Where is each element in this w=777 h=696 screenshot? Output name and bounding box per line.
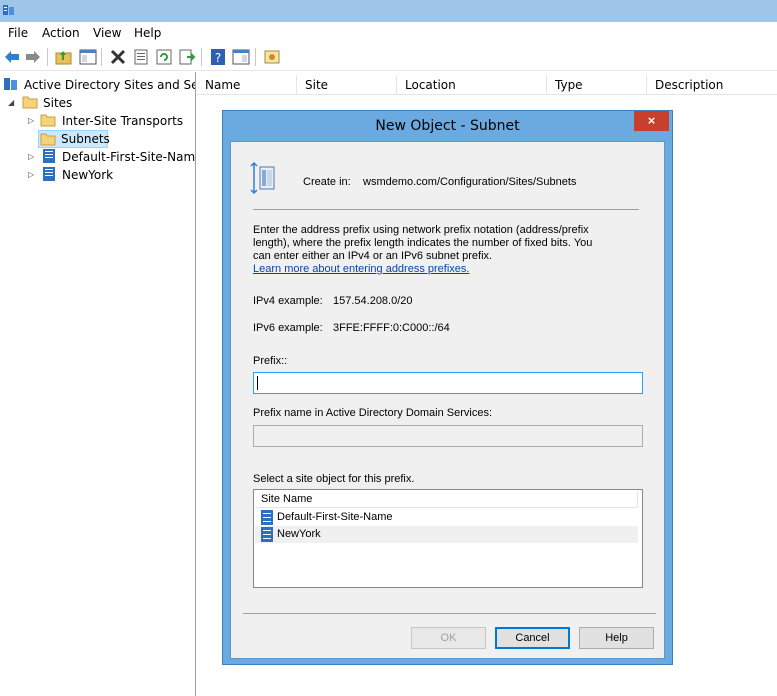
- cancel-button[interactable]: Cancel: [495, 627, 570, 649]
- new-window-icon[interactable]: [263, 48, 281, 66]
- ad-sites-app-icon: [3, 5, 14, 15]
- menu-action[interactable]: Action: [42, 26, 80, 40]
- column-header-description[interactable]: Description: [647, 75, 777, 95]
- expand-arrow-icon[interactable]: ▷: [28, 116, 36, 126]
- properties-icon[interactable]: [132, 48, 150, 66]
- site-icon: [261, 527, 273, 542]
- tree-root-label: Active Directory Sites and Servic: [24, 78, 195, 92]
- learn-more-link[interactable]: Learn more about entering address prefix…: [253, 263, 469, 275]
- svg-text:?: ?: [215, 51, 221, 65]
- tree-label-inter-site-transports: Inter-Site Transports: [62, 114, 184, 128]
- refresh-icon[interactable]: [155, 48, 173, 66]
- help-button[interactable]: Help: [579, 627, 654, 649]
- tree-node-default-first-site[interactable]: ▷ Default-First-Site-Name: [0, 148, 196, 166]
- site-icon: [261, 510, 273, 525]
- instruction-line-3: can enter either an IPv4 or an IPv6 subn…: [253, 250, 493, 262]
- site-list-header[interactable]: Site Name: [255, 491, 638, 508]
- collapse-arrow-icon[interactable]: ◢: [8, 98, 16, 108]
- expand-arrow-icon[interactable]: ▷: [28, 170, 36, 180]
- export-icon[interactable]: [178, 48, 196, 66]
- dialog-titlebar[interactable]: New Object - Subnet ×: [223, 111, 672, 140]
- tree-node-newyork[interactable]: ▷ NewYork: [0, 166, 195, 184]
- ok-button[interactable]: OK: [411, 627, 486, 649]
- ad-sites-icon: [4, 78, 17, 90]
- tree-root-node[interactable]: Active Directory Sites and Servic: [0, 76, 195, 94]
- console-tree: Active Directory Sites and Servic ◢ Site…: [0, 72, 196, 696]
- column-header-type[interactable]: Type: [547, 75, 647, 95]
- menu-help[interactable]: Help: [134, 26, 161, 40]
- text-caret: [257, 376, 258, 390]
- toolbar-separator: [47, 48, 48, 66]
- close-button[interactable]: ×: [634, 111, 669, 131]
- dialog-title: New Object - Subnet: [375, 118, 520, 134]
- column-header-name[interactable]: Name: [197, 75, 297, 95]
- new-subnet-dialog: New Object - Subnet × Create in: wsmdemo…: [222, 110, 673, 665]
- ipv4-example-label: IPv4 example:: [253, 295, 323, 307]
- menu-bar: File Action View Help: [0, 22, 777, 43]
- site-list-item[interactable]: NewYork: [255, 526, 638, 543]
- site-item-label: Default-First-Site-Name: [277, 511, 393, 523]
- ipv6-example-value: 3FFE:FFFF:0:C000::/64: [333, 322, 450, 334]
- tree-node-subnets[interactable]: Subnets: [38, 130, 110, 148]
- delete-icon[interactable]: [109, 48, 127, 66]
- instruction-line-2: length), where the prefix length indicat…: [253, 237, 593, 249]
- create-in-path: wsmdemo.com/Configuration/Sites/Subnets: [363, 176, 577, 188]
- tree-label-sites: Sites: [43, 96, 73, 110]
- tree-node-sites[interactable]: ◢ Sites: [0, 94, 195, 112]
- prefix-input[interactable]: [253, 372, 643, 394]
- directory-object-icon: [250, 161, 275, 195]
- menu-view[interactable]: View: [93, 26, 121, 40]
- ipv4-example-value: 157.54.208.0/20: [333, 295, 413, 307]
- expand-arrow-icon[interactable]: ▷: [28, 152, 36, 162]
- up-folder-icon[interactable]: [55, 48, 73, 66]
- column-header-location[interactable]: Location: [397, 75, 547, 95]
- tree-node-inter-site-transports[interactable]: ▷ Inter-Site Transports: [0, 112, 195, 130]
- folder-icon: [40, 133, 56, 146]
- menu-file[interactable]: File: [8, 26, 28, 40]
- prefix-name-field: [253, 425, 643, 447]
- toolbar-separator: [255, 48, 256, 66]
- folder-icon: [22, 96, 38, 109]
- prefix-label: Prefix::: [253, 355, 288, 367]
- console-icon[interactable]: [232, 48, 250, 66]
- instruction-line-1: Enter the address prefix using network p…: [253, 224, 589, 236]
- prefix-name-label: Prefix name in Active Directory Domain S…: [253, 407, 493, 419]
- create-in-label: Create in:: [303, 176, 351, 188]
- show-hide-tree-icon[interactable]: [79, 48, 97, 66]
- help-icon[interactable]: ?: [209, 48, 227, 66]
- back-arrow-icon[interactable]: [3, 48, 21, 66]
- separator: [253, 209, 639, 210]
- tree-label-default-first-site: Default-First-Site-Name: [62, 150, 196, 164]
- site-icon: [43, 167, 55, 181]
- site-list[interactable]: Site Name Default-First-Site-Name NewYor…: [253, 489, 643, 588]
- column-header-site[interactable]: Site: [297, 75, 397, 95]
- dialog-body: Create in: wsmdemo.com/Configuration/Sit…: [230, 141, 665, 659]
- window-titlebar: [0, 0, 777, 22]
- site-list-item[interactable]: Default-First-Site-Name: [255, 509, 638, 526]
- separator: [243, 613, 656, 614]
- list-header: Name Site Location Type Description: [197, 75, 777, 95]
- site-icon: [43, 149, 55, 163]
- tree-label-newyork: NewYork: [62, 168, 114, 182]
- folder-icon: [40, 114, 56, 127]
- ipv6-example-label: IPv6 example:: [253, 322, 323, 334]
- toolbar: ?: [0, 43, 777, 71]
- toolbar-separator: [201, 48, 202, 66]
- tree-label-subnets: Subnets: [61, 132, 110, 146]
- site-item-label: NewYork: [277, 528, 321, 540]
- site-select-label: Select a site object for this prefix.: [253, 473, 415, 485]
- toolbar-separator: [101, 48, 102, 66]
- forward-arrow-icon[interactable]: [24, 48, 42, 66]
